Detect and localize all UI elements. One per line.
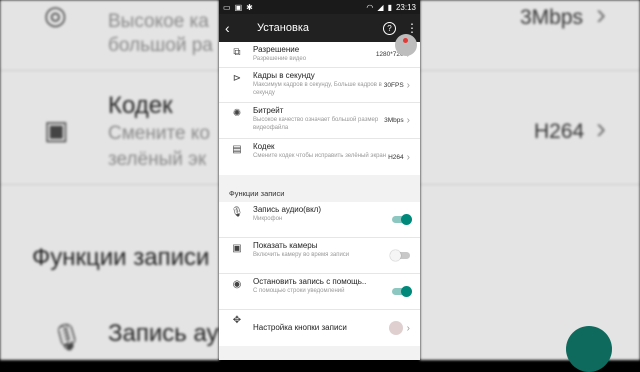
setting-resolution[interactable]: ⧉ Разрешение Разрешение видео 1280*720 › <box>219 42 420 68</box>
record-fab-background <box>566 326 612 372</box>
stop-recording-toggle[interactable] <box>392 286 412 297</box>
signal-icon: ◢ <box>377 2 384 12</box>
chevron-right-icon: › <box>406 79 410 91</box>
chevron-right-icon: › <box>406 115 410 126</box>
setting-fps[interactable]: ⊳ Кадры в секунду Максимум кадров в секу… <box>219 68 420 103</box>
setting-show-camera[interactable]: ▣ Показать камеры Включить камеру во вре… <box>219 238 420 274</box>
divider <box>420 70 640 71</box>
bitrate-icon: ✺ <box>232 108 242 119</box>
show-camera-toggle[interactable] <box>390 250 410 261</box>
camera-icon: ▣ <box>232 243 242 254</box>
bg-sub: большой ра <box>108 35 213 56</box>
image-icon: ▣ <box>234 2 243 12</box>
record-button-icon: ✥ <box>232 315 242 326</box>
bg-title: Кодек <box>108 92 173 119</box>
divider <box>420 184 640 185</box>
setting-subtitle: С помощью строки уведомлений <box>253 288 345 294</box>
floating-record-button[interactable] <box>395 34 417 56</box>
setting-value: H264 <box>388 153 404 161</box>
status-bar: ▭ ▣ ✱ ◠ ◢ ▮ 23:13 <box>219 0 420 14</box>
bg-section: Функции записи <box>32 244 210 271</box>
record-button-preview <box>388 321 403 335</box>
setting-value: 3Mbps <box>384 117 404 124</box>
setting-record-audio[interactable]: 🎙 Запись аудио(вкл) Микрофон <box>219 202 420 238</box>
setting-title: Битрейт <box>253 106 284 115</box>
setting-subtitle: Максимум кадров в секунду, Больше кадров… <box>253 82 382 96</box>
video-settings-card: ⧉ Разрешение Разрешение видео 1280*720 ›… <box>219 42 420 175</box>
more-vert-icon[interactable]: ⋮ <box>406 21 418 35</box>
setting-record-button[interactable]: ✥ Настройка кнопки записи › <box>219 310 420 346</box>
help-icon[interactable]: ? <box>383 21 396 35</box>
divider <box>0 70 219 71</box>
chevron-right-icon: › <box>596 112 606 145</box>
setting-title: Кадры в секунду <box>253 71 315 80</box>
divider <box>0 184 219 185</box>
setting-subtitle: Высокое качество означает большой размер… <box>253 117 379 131</box>
status-time: 23:13 <box>395 2 416 12</box>
record-settings-card: 🎙 Запись аудио(вкл) Микрофон ▣ Показать … <box>219 202 420 346</box>
setting-title: Настройка кнопки записи <box>253 323 347 332</box>
setting-title: Остановить запись с помощь.. <box>253 277 367 286</box>
resolution-icon: ⧉ <box>233 47 241 58</box>
setting-title: Показать камеры <box>253 241 318 250</box>
chevron-right-icon: › <box>406 322 410 334</box>
battery-icon: ▮ <box>387 2 392 12</box>
setting-stop-recording[interactable]: ◉ Остановить запись с помощь.. С помощью… <box>219 274 420 310</box>
codec-icon: ▤ <box>232 144 242 155</box>
camera-icon: ▭ <box>223 2 231 12</box>
bg-value: H264 <box>534 120 585 143</box>
chevron-right-icon: › <box>596 0 606 31</box>
mic-icon: 🎙 <box>50 322 84 352</box>
phone-screen: ▭ ▣ ✱ ◠ ◢ ▮ 23:13 ‹ Установка ? ⋮ ⧉ Разр… <box>219 0 420 360</box>
background-right: 3Mbps › H264 › <box>420 0 640 360</box>
settings-icon: ◎ <box>44 0 67 30</box>
setting-subtitle: Разрешение видео <box>253 56 307 62</box>
codec-icon: ▣ <box>44 115 69 145</box>
section-title-record: Функции записи <box>219 175 420 202</box>
bg-sub: зелёный эк <box>108 149 207 170</box>
bg-title: Запись ау <box>108 320 219 347</box>
fps-icon: ⊳ <box>232 73 242 84</box>
bg-sub: Высокое ка <box>108 11 209 32</box>
setting-title: Запись аудио(вкл) <box>253 205 321 214</box>
setting-subtitle: Включить камеру во время записи <box>253 252 350 258</box>
setting-title: Разрешение <box>253 45 300 54</box>
wifi-icon: ◠ <box>366 2 374 12</box>
chevron-right-icon: › <box>406 151 410 163</box>
stop-icon: ◉ <box>232 279 242 290</box>
setting-subtitle: Смените кодек чтобы исправить зелёный эк… <box>253 153 387 159</box>
bug-icon: ✱ <box>246 2 253 12</box>
background-left: ◎ Высокое ка большой ра Кодек ▣ Смените … <box>0 0 219 360</box>
mic-icon: 🎙 <box>230 207 244 218</box>
app-bar: ‹ Установка ? ⋮ <box>219 14 420 42</box>
page-title: Установка <box>257 22 309 34</box>
setting-bitrate[interactable]: ✺ Битрейт Высокое качество означает боль… <box>219 103 420 139</box>
bg-value: 3Mbps <box>520 6 584 29</box>
setting-subtitle: Микрофон <box>253 216 283 222</box>
setting-value: 30FPS <box>383 81 404 89</box>
bg-sub: Смените ко <box>108 123 210 144</box>
record-audio-toggle[interactable] <box>392 214 412 225</box>
setting-codec[interactable]: ▤ Кодек Смените кодек чтобы исправить зе… <box>219 139 420 175</box>
back-arrow-icon[interactable]: ‹ <box>225 20 243 36</box>
setting-title: Кодек <box>253 142 275 151</box>
